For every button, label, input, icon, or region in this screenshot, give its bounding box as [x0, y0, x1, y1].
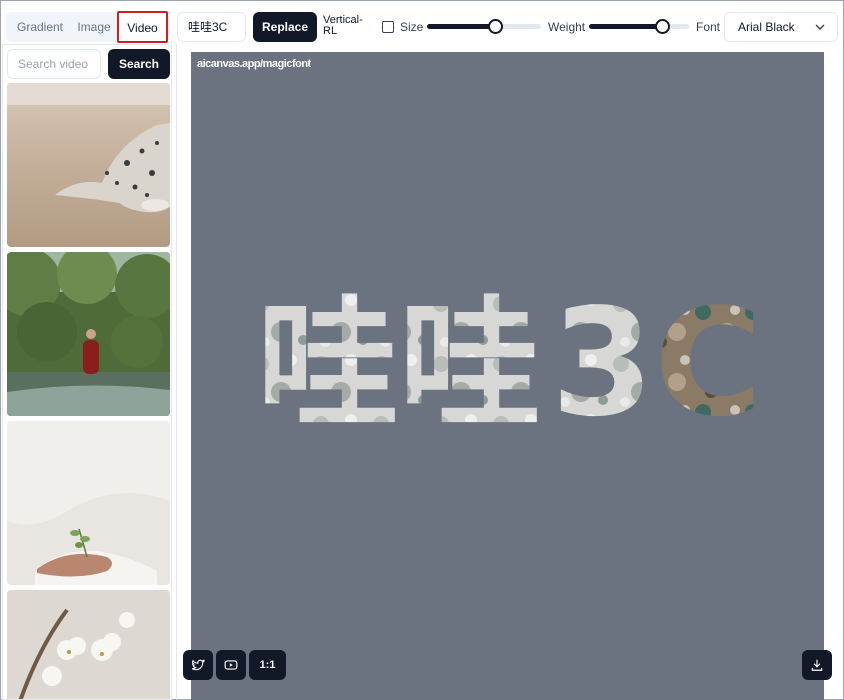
weight-slider-fill [589, 24, 662, 29]
tab-image[interactable]: Image [76, 12, 112, 42]
download-button[interactable] [802, 650, 832, 680]
video-thumbnail[interactable] [7, 421, 170, 585]
video-thumbnail[interactable] [7, 83, 170, 247]
vertical-rl-label-line2: RL [323, 25, 338, 37]
preview-text-cjk: 哇哇 [257, 283, 541, 448]
youtube-icon [224, 660, 238, 670]
preview-text-latin: 3C [551, 277, 763, 449]
video-thumbnail[interactable] [7, 590, 170, 699]
vertical-rl-checkbox[interactable] [382, 21, 394, 33]
preview-canvas: aicanvas.app/magicfont 哇哇 3C [191, 52, 824, 700]
font-select-value: Arial Black [738, 20, 795, 34]
vertical-rl-label: Vertical- RL [323, 15, 373, 37]
search-input[interactable]: Search video [7, 49, 101, 79]
text-input[interactable]: 哇哇3C [177, 12, 246, 42]
youtube-button[interactable] [216, 650, 246, 680]
size-slider-thumb[interactable] [488, 19, 503, 34]
tab-group: Gradient Image Video [6, 11, 170, 43]
twitter-button[interactable] [183, 650, 213, 680]
weight-slider[interactable] [589, 19, 689, 34]
preview-text-graphic: 哇哇 3C [257, 277, 763, 449]
font-select[interactable]: Arial Black [724, 12, 838, 42]
font-label: Font [696, 20, 721, 34]
weight-slider-thumb[interactable] [655, 19, 670, 34]
size-slider[interactable] [427, 19, 541, 34]
size-label: Size [400, 20, 424, 34]
search-button[interactable]: Search [108, 49, 170, 79]
video-thumbnail[interactable] [7, 252, 170, 416]
twitter-icon [191, 659, 205, 671]
replace-button[interactable]: Replace [253, 12, 317, 42]
video-sidebar: Search video Search [2, 44, 172, 700]
weight-label: Weight [548, 20, 586, 34]
download-icon [811, 659, 823, 671]
size-slider-fill [427, 24, 495, 29]
chevron-down-icon [815, 24, 825, 30]
aspect-ratio-button[interactable]: 1:1 [249, 650, 286, 680]
tab-video[interactable]: Video [117, 11, 168, 43]
preview-area: aicanvas.app/magicfont 哇哇 3C 1:1 [176, 44, 838, 700]
tab-gradient[interactable]: Gradient [12, 12, 68, 42]
